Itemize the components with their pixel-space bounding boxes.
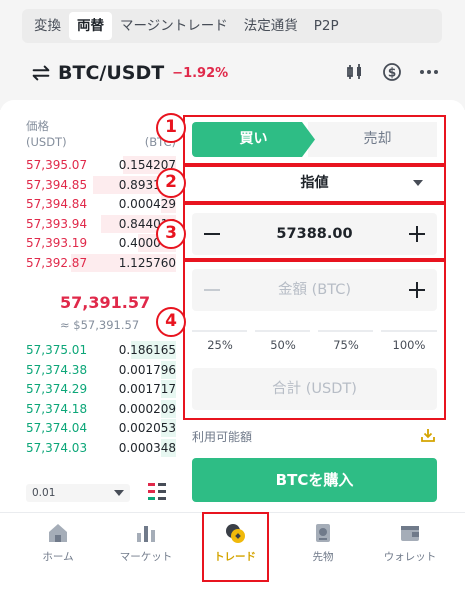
order-price: 57,395.07: [26, 158, 88, 172]
bid-row[interactable]: 57,374.38 0.001796: [26, 360, 176, 380]
order-price: 57,374.03: [26, 440, 88, 455]
nav-futures[interactable]: 先物: [283, 521, 363, 564]
ask-row[interactable]: 57,394.84 0.000429: [26, 194, 176, 214]
ask-row[interactable]: 57,392.87 1.125760: [26, 253, 176, 273]
order-price: 57,375.01: [26, 343, 88, 357]
order-qty: 0.000348: [118, 440, 176, 455]
annotation-box-2: [183, 165, 446, 203]
pair-name: BTC/USDT: [58, 62, 165, 84]
annotation-badge-1: 1: [156, 113, 186, 143]
order-qty: 0.001717: [118, 382, 176, 396]
annotation-box-1: [183, 115, 446, 165]
nav-market[interactable]: マーケット: [106, 521, 186, 564]
home-icon: [49, 524, 67, 542]
header-icons: $: [345, 62, 439, 82]
bid-row[interactable]: 57,374.18 0.000209: [26, 399, 176, 419]
svg-text:$: $: [388, 66, 396, 80]
order-qty: 0.000209: [118, 401, 176, 416]
pair-change: −1.92%: [172, 65, 229, 81]
order-price: 57,394.84: [26, 197, 88, 211]
orderbook-header: 価格 (USDT) 数 (BTC): [26, 118, 176, 150]
order-qty: 0.001796: [118, 362, 176, 377]
buy-submit-button[interactable]: BTCを購入: [192, 458, 437, 502]
tab-fiat[interactable]: 法定通貨: [236, 12, 306, 40]
bid-row[interactable]: 57,374.04 0.002053: [26, 418, 176, 438]
last-price-fiat: ≈ $57,391.57: [60, 318, 140, 332]
annotation-box-trade-nav: [202, 512, 269, 582]
bid-row[interactable]: 57,375.01 0.186165: [26, 340, 176, 360]
tab-convert[interactable]: 変換: [26, 12, 69, 40]
order-price: 57,394.85: [26, 177, 88, 192]
order-price: 57,374.04: [26, 421, 88, 435]
order-qty: 1.125760: [118, 255, 176, 270]
trade-mode-tabs: 変換 両替 マージントレード 法定通貨 P2P: [22, 9, 442, 43]
order-price: 57,374.29: [26, 382, 88, 396]
orderbook-layout-icon[interactable]: [148, 482, 166, 502]
market-icon: [137, 526, 155, 542]
order-qty: 0.002053: [118, 421, 176, 435]
wallet-icon: [401, 526, 419, 541]
last-price: 57,391.57: [60, 293, 151, 312]
ask-row[interactable]: 57,394.85 0.893143: [26, 175, 176, 195]
pair-header[interactable]: BTC/USDT −1.92%: [30, 62, 228, 84]
annotation-box-3: [183, 203, 446, 260]
deposit-icon[interactable]: [420, 427, 436, 443]
order-price: 57,392.87: [26, 255, 88, 270]
order-price: 57,374.18: [26, 401, 88, 416]
bid-row[interactable]: 57,374.29 0.001717: [26, 379, 176, 399]
ask-row[interactable]: 57,393.19 0.400000: [26, 233, 176, 253]
tab-p2p[interactable]: P2P: [306, 12, 347, 40]
order-qty: 0.186165: [118, 343, 176, 357]
nav-wallet[interactable]: ウォレット: [370, 521, 450, 564]
order-price: 57,374.38: [26, 362, 88, 377]
annotation-badge-3: 3: [156, 219, 186, 249]
ask-row[interactable]: 57,395.07 0.154207: [26, 155, 176, 175]
swap-icon[interactable]: [30, 62, 52, 84]
ask-row[interactable]: 57,393.94 0.844016: [26, 214, 176, 234]
more-icon[interactable]: [419, 62, 439, 82]
annotation-badge-4: 4: [156, 307, 186, 337]
futures-icon: [316, 524, 330, 542]
annotation-box-4: [183, 260, 446, 420]
order-price: 57,393.94: [26, 216, 88, 231]
annotation-badge-2: 2: [156, 168, 186, 198]
candlestick-chart-icon[interactable]: [345, 62, 365, 82]
tab-spot[interactable]: 両替: [69, 12, 112, 40]
dollar-coin-icon[interactable]: $: [382, 62, 402, 82]
bid-row[interactable]: 57,374.03 0.000348: [26, 438, 176, 458]
nav-home[interactable]: ホーム: [18, 521, 98, 564]
tab-margin[interactable]: マージントレード: [112, 12, 236, 40]
chevron-down-icon: [114, 490, 124, 496]
available-balance-label: 利用可能額: [192, 430, 253, 444]
depth-precision-select[interactable]: 0.01: [26, 484, 130, 502]
order-price: 57,393.19: [26, 236, 88, 250]
